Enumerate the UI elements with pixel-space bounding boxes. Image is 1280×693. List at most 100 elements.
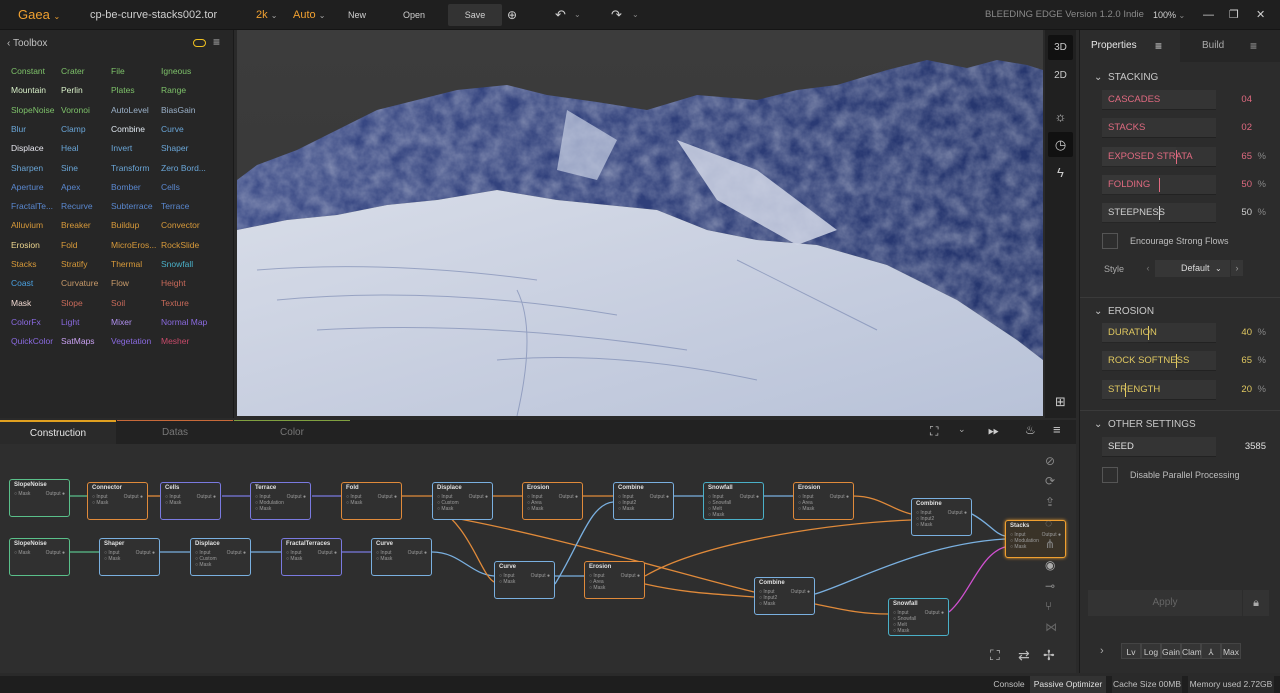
console-button[interactable]: Console [993, 676, 1025, 693]
node-output-port[interactable]: Output ● [318, 550, 337, 556]
tool-item[interactable]: Cells [161, 182, 180, 192]
new-button[interactable]: New [348, 0, 366, 30]
graph-node[interactable]: Combine ○ Input ○ Input2 ○ Mask Output ● [911, 498, 972, 536]
node-output-port[interactable]: Output ● [621, 573, 640, 579]
node-output-port[interactable]: Output ● [408, 550, 427, 556]
tool-item[interactable]: Igneous [161, 66, 191, 76]
tool-item[interactable]: Curve [161, 124, 184, 134]
tool-item[interactable]: Terrace [161, 201, 189, 211]
tab-construction[interactable]: Construction [0, 420, 116, 444]
crop-icon[interactable]: ⛶ [930, 424, 938, 439]
tool-item[interactable]: Alluvium [11, 220, 43, 230]
graph-node[interactable]: Displace ○ Input ○ Custom ○ Mask Output ● [432, 482, 493, 520]
tool-item[interactable]: Stacks [11, 259, 37, 269]
property-value[interactable]: 02 [1216, 118, 1266, 138]
zoom-dropdown[interactable]: 100% ⌄ [1153, 0, 1185, 30]
node-output-port[interactable]: Output ● [378, 494, 397, 500]
node-input-port[interactable]: ○ Mask [92, 500, 108, 506]
branch-icon[interactable]: ⑂ [1045, 599, 1052, 613]
node-input-port[interactable]: ○ Mask [376, 556, 392, 562]
node-input-port[interactable]: ○ Mask [1010, 544, 1026, 550]
lock-icon[interactable]: 🔒︎ [1243, 590, 1269, 616]
tab-datas[interactable]: Datas [117, 420, 233, 444]
fit-view-icon[interactable]: ⛶ [990, 647, 1000, 664]
expand-icon[interactable]: ✢ [1043, 647, 1055, 664]
seed-field[interactable]: SEED [1102, 437, 1216, 457]
tab-build[interactable]: Build ≡ [1180, 30, 1280, 62]
adjust-button[interactable]: Lv [1121, 643, 1141, 659]
tool-item[interactable]: Invert [111, 143, 132, 153]
tool-item[interactable]: Recurve [61, 201, 93, 211]
slider-handle[interactable] [1176, 149, 1177, 164]
adjust-button[interactable]: Clam [1181, 643, 1202, 659]
tool-item[interactable]: Curvature [61, 278, 98, 288]
tool-item[interactable]: Range [161, 85, 186, 95]
tool-item[interactable]: Apex [61, 182, 80, 192]
tool-item[interactable]: Mountain [11, 85, 46, 95]
graph-node[interactable]: Erosion ○ Input ○ Area ○ Mask Output ● [584, 561, 645, 599]
tool-item[interactable]: Aperture [11, 182, 44, 192]
tool-item[interactable]: Mask [11, 298, 31, 308]
slider-handle[interactable] [1159, 177, 1160, 192]
tool-item[interactable]: Height [161, 278, 186, 288]
tool-item[interactable]: Fold [61, 240, 78, 250]
bake-icon[interactable]: ◌ [1045, 516, 1052, 530]
node-input-port[interactable]: ○ Mask [195, 562, 211, 568]
node-output-port[interactable]: Output ● [830, 494, 849, 500]
graph-node[interactable]: Cells ○ Input ○ Mask Output ● [160, 482, 221, 520]
node-input-port[interactable]: ○ Mask [14, 550, 30, 556]
add-icon[interactable]: ⊕ [507, 0, 517, 30]
node-input-port[interactable]: ○ Mask [708, 512, 724, 518]
chevron-left-icon[interactable]: ‹ [1142, 260, 1154, 276]
export-icon[interactable]: ⇪ [1045, 495, 1055, 509]
graph-node[interactable]: Curve ○ Input ○ Mask Output ● [371, 538, 432, 576]
apply-button[interactable]: Apply [1088, 590, 1242, 616]
node-input-port[interactable]: ○ Mask [14, 491, 30, 497]
tool-item[interactable]: Texture [161, 298, 189, 308]
graph-node[interactable]: Snowfall ○ Input ○ Snowfall ○ Melt ○ Mask Out… [888, 598, 949, 636]
disable-icon[interactable]: ⊘ [1045, 454, 1055, 468]
disable-parallel-checkbox[interactable] [1102, 467, 1118, 483]
graph-node[interactable]: SlopeNoise ○ Mask Output ● [9, 538, 70, 576]
node-output-port[interactable]: Output ● [469, 494, 488, 500]
close-icon[interactable]: ✕ [1256, 0, 1265, 30]
lightning-icon[interactable]: ϟ [1048, 160, 1073, 185]
graph-node[interactable]: Connector ○ Input ○ Mask Output ● [87, 482, 148, 520]
resolution-dropdown[interactable]: 2k ⌄ [256, 0, 277, 30]
node-input-port[interactable]: ○ Mask [255, 506, 271, 512]
tool-item[interactable]: Transform [111, 163, 149, 173]
graph-node[interactable]: Combine ○ Input ○ Input2 ○ Mask Output ● [754, 577, 815, 615]
graph-node[interactable]: Curve ○ Input ○ Mask Output ● [494, 561, 555, 599]
tool-item[interactable]: Perlin [61, 85, 83, 95]
node-output-port[interactable]: Output ● [287, 494, 306, 500]
chevron-right-icon[interactable]: › [1100, 645, 1104, 657]
layout-grid-icon[interactable]: ⊞ [1048, 389, 1073, 414]
connect-icon[interactable]: ⊸ [1045, 579, 1055, 593]
3d-viewport[interactable] [237, 30, 1043, 416]
node-output-port[interactable]: Output ● [136, 550, 155, 556]
graph-node[interactable]: Snowfall ○ Input ○ Snowfall ○ Melt ○ Mask Out… [703, 482, 764, 520]
chevron-down-icon[interactable]: ⌄ [632, 0, 639, 30]
tool-item[interactable]: Coast [11, 278, 33, 288]
adjust-button[interactable]: Gain [1161, 643, 1181, 659]
property-slider[interactable]: EXPOSED STRATA [1102, 146, 1216, 167]
view-3d-button[interactable]: 3D [1048, 35, 1073, 60]
tool-item[interactable]: ColorFx [11, 317, 41, 327]
tab-color[interactable]: Color [234, 420, 350, 444]
tool-item[interactable]: FractalTe... [11, 201, 53, 211]
tool-item[interactable]: AutoLevel [111, 105, 149, 115]
menu-icon[interactable]: ≡ [1053, 422, 1061, 437]
toggle-icon[interactable] [193, 39, 206, 47]
app-menu-button[interactable]: Gaea ⌄ [18, 0, 60, 30]
node-output-port[interactable]: Output ● [531, 573, 550, 579]
node-output-port[interactable]: Output ● [227, 550, 246, 556]
graph-node[interactable]: Displace ○ Input ○ Custom ○ Mask Output ● [190, 538, 251, 576]
mode-dropdown[interactable]: Auto ⌄ [293, 0, 325, 30]
node-input-port[interactable]: ○ Mask [893, 628, 909, 634]
property-value[interactable]: 50% [1216, 175, 1266, 195]
adjust-button[interactable]: Log [1141, 643, 1161, 659]
chevron-right-icon[interactable]: › [1231, 260, 1243, 276]
target-icon[interactable]: ◉ [1045, 558, 1055, 572]
node-input-port[interactable]: ○ Mask [104, 556, 120, 562]
view-2d-button[interactable]: 2D [1048, 63, 1073, 88]
